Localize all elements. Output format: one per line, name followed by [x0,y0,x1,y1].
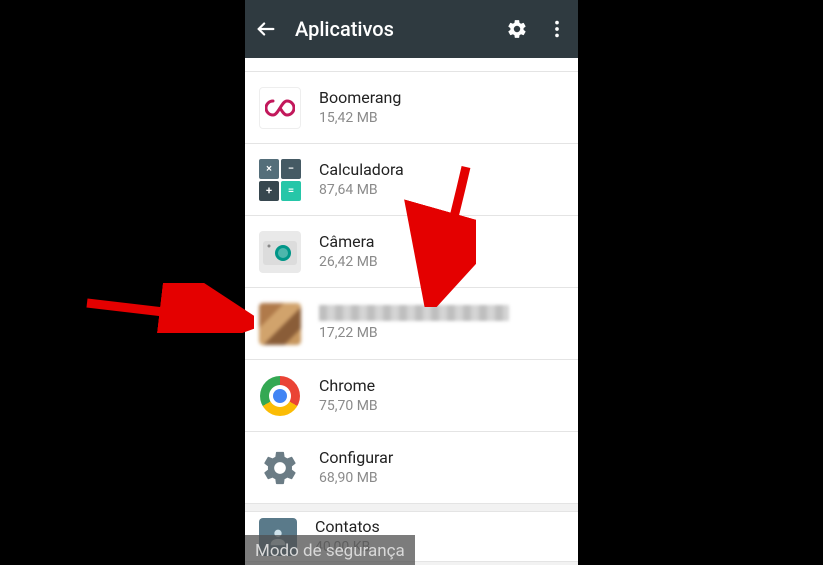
gear-icon[interactable] [506,18,528,40]
safe-mode-overlay: Modo de segurança [245,535,415,565]
overflow-menu-icon[interactable] [546,18,568,40]
camera-icon [259,231,301,273]
list-section-gap [245,504,578,512]
toolbar: Aplicativos [245,0,578,58]
app-size: 17,22 MB [319,324,564,342]
censored-app-name [319,305,509,321]
app-list[interactable]: Boomerang 15,42 MB × − + = Calculadora 8… [245,58,578,562]
chrome-icon [259,375,301,417]
app-name: Chrome [319,376,564,397]
calculator-icon: × − + = [259,159,301,201]
app-name: Calculadora [319,160,564,181]
boomerang-icon [259,87,301,129]
app-size: 15,42 MB [319,109,564,127]
app-name: Câmera [319,232,564,253]
app-name: Configurar [319,448,564,469]
list-item-calculadora[interactable]: × − + = Calculadora 87,64 MB [245,144,578,216]
list-item-camera[interactable]: Câmera 26,42 MB [245,216,578,288]
list-item-boomerang[interactable]: Boomerang 15,42 MB [245,72,578,144]
list-item-partial [245,58,578,72]
app-size: 87,64 MB [319,181,564,199]
censored-app-icon [259,303,301,345]
annotation-arrow-left [82,283,254,333]
page-title: Aplicativos [295,17,488,41]
phone-screen: Aplicativos Boomerang 15,42 MB × − + [245,0,578,565]
back-icon[interactable] [255,18,277,40]
app-size: 68,90 MB [319,469,564,487]
app-size: 75,70 MB [319,397,564,415]
list-item-configurar[interactable]: Configurar 68,90 MB [245,432,578,504]
list-item-censored[interactable]: 17,22 MB [245,288,578,360]
list-item-chrome[interactable]: Chrome 75,70 MB [245,360,578,432]
app-name: Boomerang [319,88,564,109]
app-size: 26,42 MB [319,253,564,271]
settings-app-icon [259,447,301,489]
